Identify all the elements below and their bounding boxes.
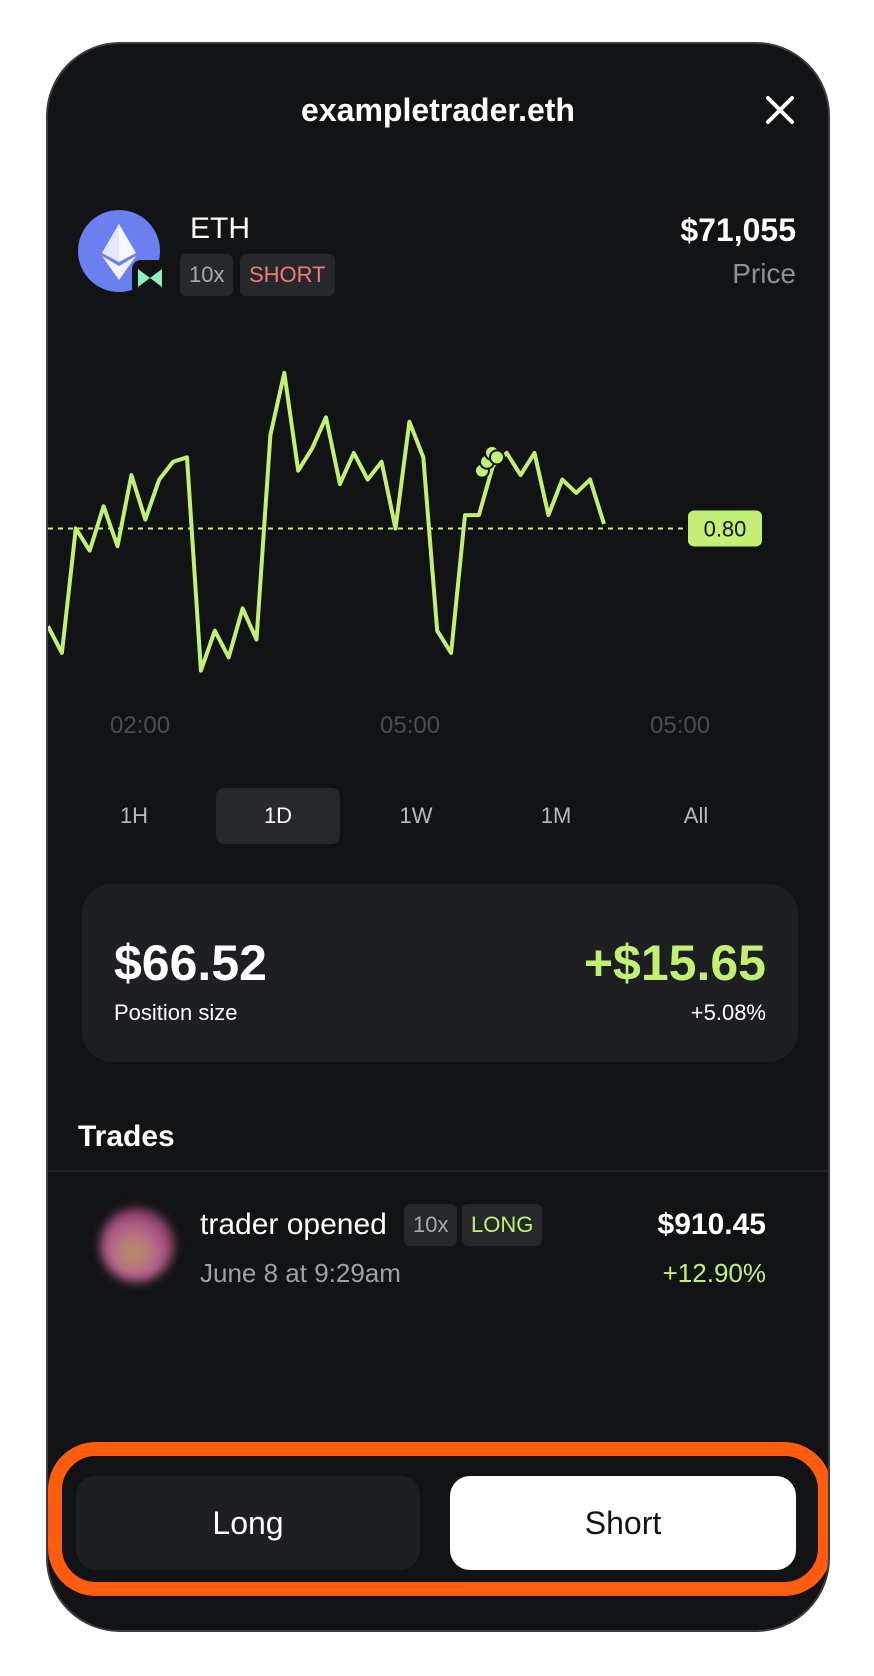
trade-side-badge: LONG	[462, 1204, 543, 1246]
trade-title: trader opened	[200, 1208, 387, 1241]
trades-section-title: Trades	[78, 1120, 175, 1153]
long-button[interactable]: Long	[76, 1476, 420, 1570]
range-tab-1d[interactable]: 1D	[216, 788, 340, 844]
reference-badge-label: 0.80	[704, 516, 747, 541]
phone-screen: exampletrader.eth ETH 10x SHORT $71,055 …	[46, 42, 830, 1632]
position-pnl-percent: +5.08%	[690, 1000, 766, 1025]
price-series-line	[48, 370, 606, 673]
x-tick-label: 05:00	[650, 712, 711, 739]
range-tab-1m[interactable]: 1M	[494, 788, 618, 844]
short-button[interactable]: Short	[450, 1476, 796, 1570]
range-tab-1w[interactable]: 1W	[354, 788, 478, 844]
trade-percent: +12.90%	[662, 1258, 766, 1288]
trade-amount: $910.45	[657, 1208, 766, 1241]
range-tab-1h[interactable]: 1H	[72, 788, 196, 844]
trade-leverage-badge: 10x	[404, 1204, 458, 1246]
price-chart[interactable]: 0.80	[48, 44, 830, 764]
divider	[48, 1170, 828, 1172]
position-pnl: +$15.65	[583, 935, 766, 991]
range-tab-all[interactable]: All	[634, 788, 758, 844]
avatar	[100, 1208, 174, 1282]
trade-date: June 8 at 9:29am	[200, 1258, 401, 1288]
position-card: $66.52 Position size +$15.65 +5.08%	[82, 884, 798, 1062]
trade-marker[interactable]	[489, 449, 505, 466]
x-tick-label: 05:00	[380, 712, 441, 739]
x-tick-label: 02:00	[110, 712, 171, 739]
position-size: $66.52	[114, 935, 267, 991]
position-size-label: Position size	[114, 1000, 238, 1025]
